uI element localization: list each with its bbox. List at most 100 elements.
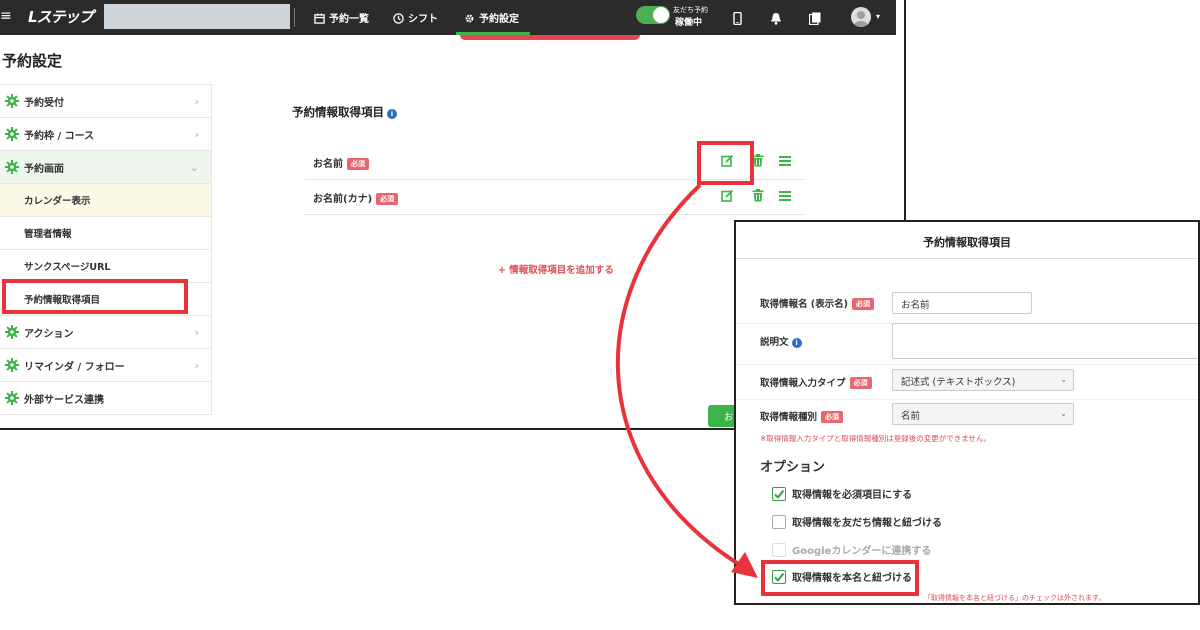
field-row: お名前(カナ) 必須	[305, 181, 805, 215]
nav-reservation-list[interactable]: 予約一覧	[314, 10, 369, 25]
clock-icon	[393, 13, 404, 24]
menu-icon[interactable]: ≡	[0, 8, 12, 24]
checkbox-checked[interactable]	[772, 486, 786, 501]
sidebar-subitem-admin-info[interactable]: 管理者情報	[0, 217, 211, 250]
field-name-text: お名前	[313, 159, 343, 170]
option-link-friend[interactable]: 取得情報を友だち情報と紐づける	[772, 514, 942, 529]
warning-note: ※取得情報入力タイプと取得情報種別は登録後の変更ができません。	[760, 434, 992, 443]
nav-reservation-settings[interactable]: 予約設定	[464, 10, 519, 25]
top-navbar: ≡ Lステップ 予約一覧 シフト 予約設定 友だち予約 稼働中 ▾	[0, 0, 896, 35]
sidebar-item-reception[interactable]: 予約受付 ›	[0, 85, 211, 118]
sidebar-item-label: リマインダ / フォロー	[24, 361, 125, 373]
trash-icon[interactable]	[752, 187, 764, 206]
chevron-right-icon: ›	[194, 359, 199, 372]
gear-icon	[5, 127, 19, 141]
bell-icon[interactable]	[770, 10, 782, 29]
mobile-icon[interactable]	[733, 10, 742, 29]
sidebar-item-label: 予約受付	[24, 97, 64, 109]
chevron-right-icon: ›	[194, 128, 199, 141]
required-badge: 必須	[852, 298, 874, 310]
sidebar-item-booking-page[interactable]: 予約画面 ⌄	[0, 151, 211, 184]
save-button-partial[interactable]: お	[708, 405, 734, 427]
frame-border-bottom	[0, 428, 735, 430]
page-title: 予約設定	[2, 52, 63, 70]
sidebar-item-reminder[interactable]: リマインダ / フォロー ›	[0, 349, 211, 382]
sidebar-item-action[interactable]: アクション ›	[0, 316, 211, 349]
toggle-knob	[653, 7, 669, 23]
description-textarea[interactable]	[892, 323, 1198, 359]
label-text: 取得情報入力タイプ	[760, 378, 846, 389]
plus-icon: +	[498, 265, 506, 276]
edit-icon[interactable]	[721, 187, 734, 206]
required-badge: 必須	[376, 193, 399, 205]
sidebar-item-label: アクション	[24, 328, 74, 340]
sidebar-item-slots[interactable]: 予約枠 / コース ›	[0, 118, 211, 151]
toggle-status: 稼働中	[675, 18, 703, 28]
arrow-path	[616, 183, 742, 567]
toggle-label: 友だち予約	[673, 6, 708, 14]
add-field-link[interactable]: + 情報取得項目を追加する	[498, 262, 614, 276]
copy-icon[interactable]	[808, 10, 821, 29]
nav-divider	[294, 8, 295, 27]
drag-handle-icon[interactable]	[779, 152, 791, 171]
chevron-right-icon: ›	[194, 326, 199, 339]
sidebar-item-external[interactable]: 外部サービス連携	[0, 382, 211, 415]
highlight-box-sidebar	[2, 279, 188, 314]
kind-select[interactable]: 名前 ⌄	[892, 403, 1074, 425]
section-title: 予約情報取得項目 i	[292, 104, 397, 120]
reservation-toggle[interactable]	[636, 6, 670, 24]
add-field-label: 情報取得項目を追加する	[509, 265, 614, 276]
options-heading: オプション	[760, 460, 826, 475]
option-required[interactable]: 取得情報を必須項目にする	[772, 486, 912, 501]
sidebar-item-label: 予約枠 / コース	[24, 130, 95, 142]
checkbox[interactable]	[772, 514, 786, 529]
sidebar-item-label: 予約画面	[24, 163, 64, 175]
chevron-down-icon: ⌄	[1060, 375, 1067, 384]
chevron-down-icon[interactable]: ▾	[876, 12, 880, 21]
chevron-down-icon: ⌄	[189, 161, 199, 174]
required-badge: 必須	[347, 158, 369, 170]
label-text: 取得情報名 (表示名)	[760, 299, 848, 310]
check-icon	[774, 489, 785, 499]
nav-label: 予約設定	[479, 14, 519, 25]
bottom-note: 「取得情報を本名と紐づける」のチェックは外されます。	[924, 594, 1106, 602]
description-label: 説明文 i	[760, 334, 802, 348]
gear-icon	[5, 160, 19, 174]
sidebar-item-label: 外部サービス連携	[24, 394, 104, 406]
field-edit-modal: 予約情報取得項目 取得情報名 (表示名) 必須 お名前 説明文 i 取得情報入力タイ…	[734, 220, 1200, 605]
info-icon[interactable]: i	[791, 338, 802, 348]
checkbox-disabled	[772, 542, 786, 557]
info-icon[interactable]: i	[387, 109, 397, 119]
input-type-select[interactable]: 記述式 (テキストボックス) ⌄	[892, 369, 1074, 391]
chevron-right-icon: ›	[194, 95, 199, 108]
calendar-icon	[314, 13, 325, 24]
logo[interactable]: Lステップ	[28, 6, 100, 28]
select-value: 名前	[901, 411, 921, 422]
highlight-box-option	[761, 560, 919, 596]
input-type-label: 取得情報入力タイプ 必須	[760, 375, 872, 389]
option-label: 取得情報を必須項目にする	[792, 490, 913, 501]
required-badge: 必須	[821, 411, 844, 423]
avatar-icon	[854, 11, 868, 27]
drag-handle-icon[interactable]	[779, 187, 791, 206]
modal-title: 予約情報取得項目	[736, 222, 1198, 259]
option-label: Googleカレンダーに連携する	[792, 546, 932, 557]
field-name-input[interactable]: お名前	[892, 292, 1032, 314]
option-label: 取得情報を友だち情報と紐づける	[792, 518, 942, 529]
nav-shift[interactable]: シフト	[393, 10, 438, 25]
row-divider	[736, 364, 1198, 365]
field-name: お名前 必須	[313, 155, 369, 170]
sidebar-subitem-calendar[interactable]: カレンダー表示	[0, 184, 211, 217]
gear-icon	[5, 358, 19, 372]
alert-banner-edge	[460, 35, 640, 40]
gear-icon	[5, 94, 19, 108]
account-name-redacted	[104, 4, 290, 29]
label-text: 説明文	[760, 337, 789, 348]
user-avatar[interactable]	[851, 7, 871, 27]
section-title-text: 予約情報取得項目	[292, 105, 384, 119]
field-name-label: 取得情報名 (表示名) 必須	[760, 296, 874, 310]
required-badge: 必須	[849, 377, 872, 389]
chevron-down-icon: ⌄	[1060, 409, 1067, 418]
field-name-text: お名前(カナ)	[313, 194, 373, 205]
option-google-calendar: Googleカレンダーに連携する	[772, 542, 931, 557]
